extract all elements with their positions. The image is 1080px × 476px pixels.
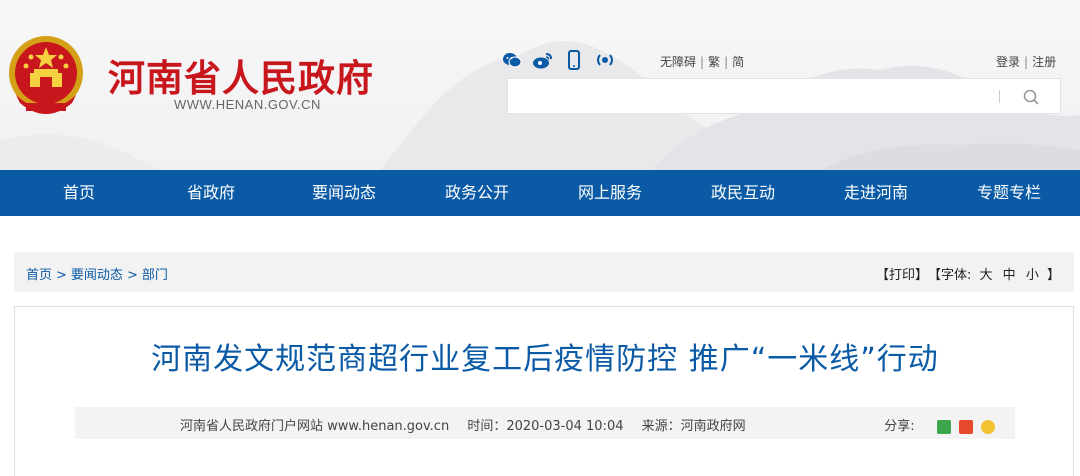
nav-item-about-henan[interactable]: 走进河南 [817, 170, 935, 216]
national-emblem-icon [9, 36, 83, 114]
account-links: 登录 | 注册 [996, 55, 1057, 69]
search-bar [507, 78, 1061, 114]
site-header: 河南省人民政府 WWW.HENAN.GOV.CN 无障碍 | 繁 | 简 登录 | 注册 [0, 0, 1080, 170]
share-weibo-icon[interactable] [958, 419, 973, 434]
site-url: WWW.HENAN.GOV.CN [174, 97, 321, 112]
nav-item-online-services[interactable]: 网上服务 [551, 170, 669, 216]
source-site: 河南省人民政府门户网站 www.henan.gov.cn [180, 419, 450, 434]
nav-item-news[interactable]: 要闻动态 [285, 170, 403, 216]
nav-item-home[interactable]: 首页 [20, 170, 138, 216]
broadcast-icon[interactable] [594, 50, 616, 70]
simplified-chinese-link[interactable]: 简 [732, 53, 744, 70]
share-bar: 分享: [884, 415, 995, 434]
breadcrumb-news[interactable]: 要闻动态 [71, 268, 123, 283]
font-large-button[interactable]: 大 [980, 264, 993, 283]
font-size-close: 】 [1046, 268, 1060, 283]
register-link[interactable]: 注册 [1032, 55, 1056, 69]
wechat-icon[interactable] [502, 50, 522, 70]
mobile-icon[interactable] [567, 50, 581, 70]
main-nav: 首页 省政府 要闻动态 政务公开 网上服务 政民互动 走进河南 专题专栏 [0, 170, 1080, 216]
font-medium-button[interactable]: 中 [1003, 264, 1016, 283]
nav-item-provincial-government[interactable]: 省政府 [152, 170, 270, 216]
weibo-icon[interactable] [532, 50, 554, 70]
nav-item-interaction[interactable]: 政民互动 [684, 170, 802, 216]
share-wechat-icon[interactable] [936, 419, 951, 434]
page-tools: 【打印】【字体: 大 中 小 】 [876, 264, 1060, 283]
breadcrumb-links: 首页 > 要闻动态 > 部门 [26, 268, 168, 283]
share-label: 分享: [884, 419, 915, 434]
breadcrumb-department[interactable]: 部门 [142, 268, 168, 283]
article-title: 河南发文规范商超行业复工后疫情防控 推广“一米线”行动 [151, 342, 939, 377]
nav-item-special-topics[interactable]: 专题专栏 [950, 170, 1068, 216]
article-meta: 河南省人民政府门户网站 www.henan.gov.cn 时间：2020-03-… [75, 407, 1015, 439]
login-link[interactable]: 登录 [996, 55, 1020, 69]
share-qq-icon[interactable] [981, 419, 995, 434]
traditional-chinese-link[interactable]: 繁 [708, 53, 720, 70]
barrier-free-link[interactable]: 无障碍 [660, 53, 696, 70]
article-container: 河南发文规范商超行业复工后疫情防控 推广“一米线”行动 河南省人民政府门户网站 … [14, 306, 1074, 476]
article-origin: 来源：河南政府网 [641, 419, 746, 434]
search-input[interactable] [516, 85, 996, 107]
search-icon[interactable] [1016, 86, 1046, 108]
font-size-label: 【字体: [927, 268, 972, 283]
accessibility-links: 无障碍 | 繁 | 简 [660, 53, 745, 70]
nav-item-government-affairs[interactable]: 政务公开 [418, 170, 536, 216]
search-divider [999, 90, 1000, 103]
article-meta-text: 河南省人民政府门户网站 www.henan.gov.cn 时间：2020-03-… [180, 415, 760, 434]
breadcrumb: 首页 > 要闻动态 > 部门 【打印】【字体: 大 中 小 】 [14, 252, 1074, 292]
breadcrumb-home[interactable]: 首页 [26, 268, 52, 283]
font-small-button[interactable]: 小 [1026, 264, 1039, 283]
print-button[interactable]: 【打印】 [876, 264, 928, 283]
publish-time: 时间：2020-03-04 10:04 [467, 419, 624, 434]
site-name[interactable]: 河南省人民政府 [108, 48, 374, 102]
